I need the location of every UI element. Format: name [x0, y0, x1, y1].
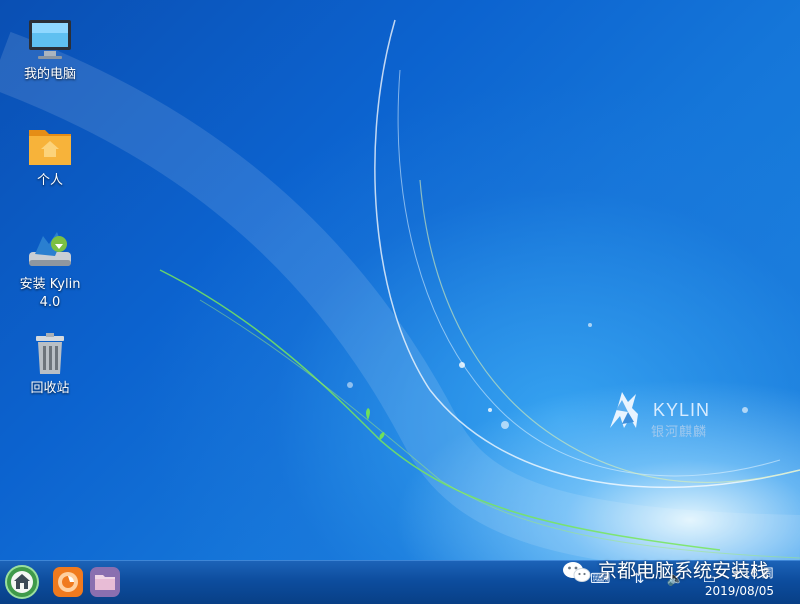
- desktop-wallpaper: 我的电脑 个人 安装 Kylin 4.0 回收站 KYLIN 银河麒麟: [0, 0, 800, 560]
- home-folder-icon: [29, 130, 71, 165]
- desktop-icon-install-kylin[interactable]: 安装 Kylin 4.0: [10, 228, 90, 312]
- firefox-launcher[interactable]: [52, 566, 84, 598]
- file-manager-launcher[interactable]: [89, 566, 121, 598]
- desktop-icon-home[interactable]: 个人: [10, 124, 90, 190]
- desktop-icon-trash[interactable]: 回收站: [10, 332, 90, 398]
- wechat-icon: [563, 561, 591, 582]
- wallpaper-waves: [0, 19, 800, 560]
- kylin-brand-name: KYLIN: [653, 400, 711, 420]
- installer-icon: [29, 232, 71, 266]
- watermark: 京都电脑系统安装栈: [562, 556, 769, 584]
- kylin-brand-cn: 银河麒麟: [651, 425, 708, 440]
- clock-date: 2019/08/05: [704, 584, 774, 598]
- home-start-icon: [5, 565, 39, 599]
- computer-icon: [29, 20, 71, 59]
- desktop-icon-my-computer[interactable]: 我的电脑: [10, 18, 90, 84]
- desktop-icon-label: 安装 Kylin 4.0: [19, 277, 81, 310]
- firefox-icon: [53, 567, 83, 597]
- desktop-icon-label: 个人: [36, 173, 63, 188]
- desktop-icon-label: 回收站: [30, 381, 70, 396]
- trash-icon: [36, 333, 64, 374]
- file-manager-icon: [90, 567, 120, 597]
- watermark-text: 京都电脑系统安装栈: [598, 560, 770, 582]
- start-menu-button[interactable]: [4, 564, 40, 600]
- desktop-icon-label: 我的电脑: [23, 67, 76, 82]
